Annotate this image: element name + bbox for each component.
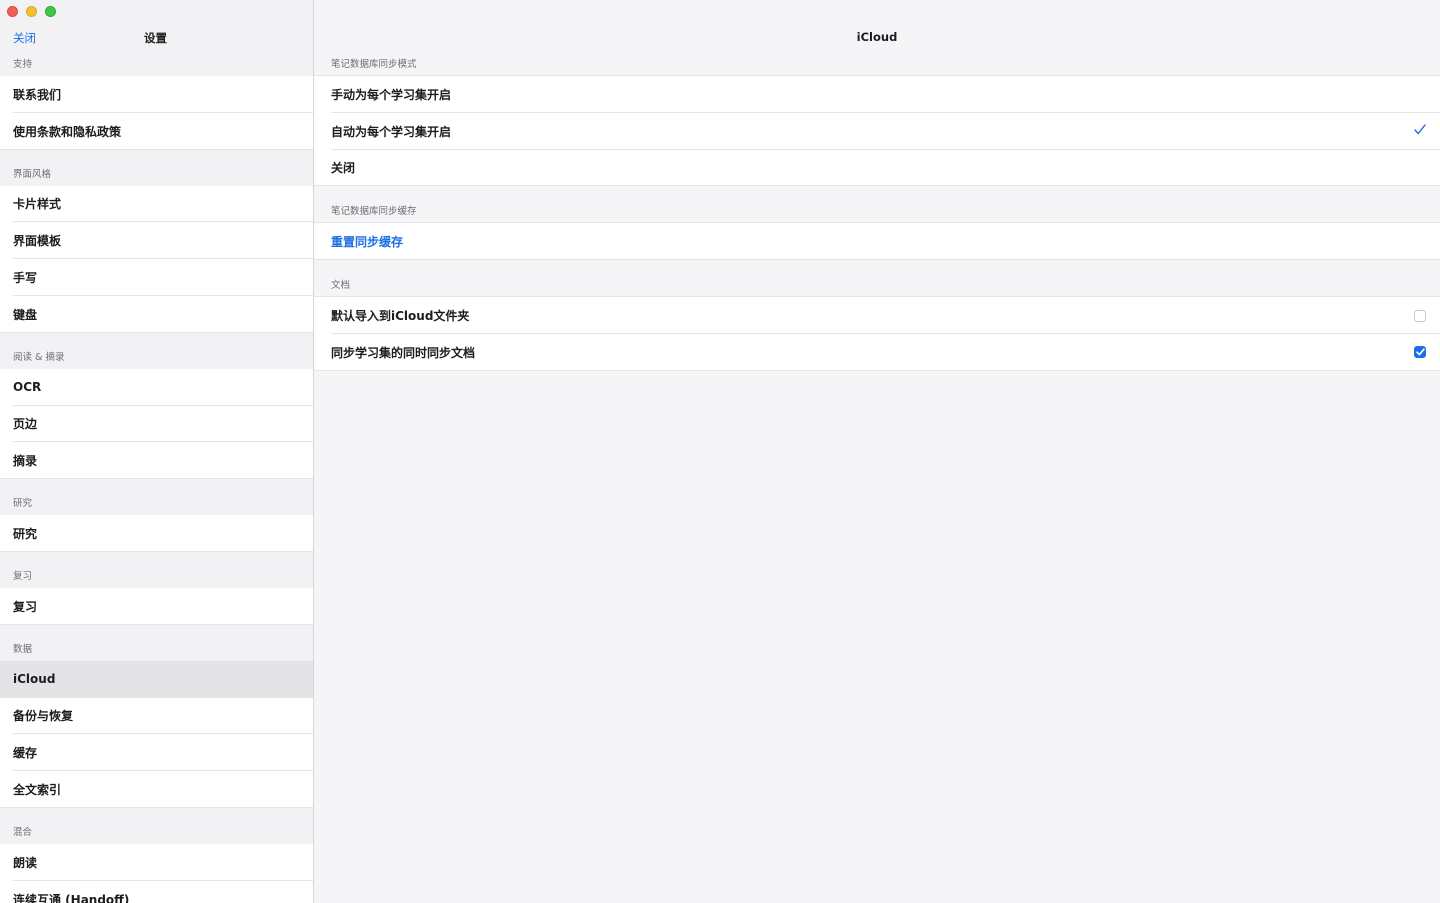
sidebar-item-label: 手写 <box>13 271 38 286</box>
window-controls <box>7 6 56 17</box>
option-label: 手动为每个学习集开启 <box>331 87 452 102</box>
settings-window: 关闭 设置 支持 联系我们 使用条款和隐私政策 界面风格 卡片样式 界面模板 手… <box>0 0 1440 903</box>
close-window-button[interactable] <box>7 6 18 17</box>
sidebar-list: 支持 联系我们 使用条款和隐私政策 界面风格 卡片样式 界面模板 手写 键盘 阅… <box>0 56 313 903</box>
section-group-research: 研究 <box>0 515 313 552</box>
sidebar: 关闭 设置 支持 联系我们 使用条款和隐私政策 界面风格 卡片样式 界面模板 手… <box>0 0 314 903</box>
sidebar-item-handwriting[interactable]: 手写 <box>0 259 313 296</box>
sidebar-item-label: 复习 <box>13 599 38 614</box>
section-group-support: 联系我们 使用条款和隐私政策 <box>0 76 313 150</box>
section-header-reading: 阅读 & 摘录 <box>13 351 65 363</box>
sidebar-item-cache[interactable]: 缓存 <box>0 734 313 771</box>
sidebar-item-icloud[interactable]: iCloud <box>0 660 313 698</box>
section-group-data: iCloud 备份与恢复 缓存 全文索引 <box>0 660 313 808</box>
checkmark-icon <box>1414 123 1426 139</box>
sidebar-header: 关闭 设置 <box>0 28 313 48</box>
sidebar-item-label: 联系我们 <box>13 87 62 102</box>
sync-documents-checkbox[interactable] <box>1414 346 1426 359</box>
option-label: 关闭 <box>331 161 356 176</box>
reset-sync-cache-button[interactable]: 重置同步缓存 <box>314 223 1440 260</box>
sync-mode-option-manual[interactable]: 手动为每个学习集开启 <box>314 76 1440 113</box>
sidebar-item-contact-us[interactable]: 联系我们 <box>0 76 313 113</box>
option-label: 自动为每个学习集开启 <box>331 124 452 139</box>
detail-pane: iCloud 笔记数据库同步模式 手动为每个学习集开启 自动为每个学习集开启 关… <box>314 0 1440 903</box>
sidebar-item-interface-template[interactable]: 界面模板 <box>0 222 313 259</box>
sidebar-item-label: 朗读 <box>13 855 38 870</box>
section-group-review: 复习 <box>0 587 313 625</box>
sidebar-item-label: 缓存 <box>13 746 38 761</box>
detail-list: 笔记数据库同步模式 手动为每个学习集开启 自动为每个学习集开启 关闭 笔记数据库… <box>314 56 1440 371</box>
section-header-support: 支持 <box>13 59 33 70</box>
section-header-research: 研究 <box>13 498 33 510</box>
section-header-sync-mode: 笔记数据库同步模式 <box>331 59 417 70</box>
sidebar-item-label: OCR <box>13 380 42 395</box>
sidebar-item-fulltext-index[interactable]: 全文索引 <box>0 771 313 808</box>
sidebar-item-label: 界面模板 <box>13 234 62 249</box>
section-group-reading: OCR 页边 摘录 <box>0 368 313 480</box>
section-header-interface-style: 界面风格 <box>13 168 52 180</box>
sidebar-item-research[interactable]: 研究 <box>0 515 313 552</box>
page-title: iCloud <box>856 30 898 44</box>
sidebar-item-margin[interactable]: 页边 <box>0 406 313 443</box>
sync-cache-group: 重置同步缓存 <box>314 222 1440 261</box>
zoom-window-button[interactable] <box>45 6 56 17</box>
sidebar-item-label: 连续互通 (Handoff) <box>13 892 130 903</box>
sidebar-item-handoff[interactable]: 连续互通 (Handoff) <box>0 881 313 903</box>
sidebar-item-excerpt[interactable]: 摘录 <box>0 442 313 479</box>
sync-mode-option-auto[interactable]: 自动为每个学习集开启 <box>314 113 1440 150</box>
sidebar-item-label: 键盘 <box>13 307 38 322</box>
sidebar-item-label: 使用条款和隐私政策 <box>13 124 122 139</box>
sync-documents-row[interactable]: 同步学习集的同时同步文档 <box>314 334 1440 371</box>
section-header-data: 数据 <box>13 643 33 655</box>
section-group-interface-style: 卡片样式 界面模板 手写 键盘 <box>0 185 313 333</box>
documents-group: 默认导入到iCloud文件夹 同步学习集的同时同步文档 <box>314 296 1440 371</box>
sidebar-item-terms-privacy[interactable]: 使用条款和隐私政策 <box>0 113 313 150</box>
section-header-misc: 混合 <box>13 826 33 838</box>
reset-sync-cache-label: 重置同步缓存 <box>331 235 404 250</box>
import-to-icloud-checkbox[interactable] <box>1414 309 1426 322</box>
sync-mode-option-off[interactable]: 关闭 <box>314 150 1440 187</box>
sidebar-item-backup-restore[interactable]: 备份与恢复 <box>0 698 313 735</box>
sidebar-item-keyboard[interactable]: 键盘 <box>0 296 313 333</box>
section-header-documents: 文档 <box>331 280 351 292</box>
sync-mode-group: 手动为每个学习集开启 自动为每个学习集开启 关闭 <box>314 75 1440 187</box>
option-label: 同步学习集的同时同步文档 <box>331 345 476 360</box>
sidebar-item-label: 卡片样式 <box>13 197 62 212</box>
section-header-review: 复习 <box>13 570 33 582</box>
minimize-window-button[interactable] <box>26 6 37 17</box>
section-group-misc: 朗读 连续互通 (Handoff) <box>0 843 313 903</box>
sidebar-item-card-style[interactable]: 卡片样式 <box>0 186 313 223</box>
sidebar-title: 设置 <box>144 31 167 45</box>
section-header-sync-cache: 笔记数据库同步缓存 <box>331 206 417 218</box>
sidebar-item-label: 研究 <box>13 527 38 542</box>
sidebar-item-label: 备份与恢复 <box>13 709 74 724</box>
sidebar-item-label: 页边 <box>13 417 38 432</box>
sidebar-item-review[interactable]: 复习 <box>0 588 313 625</box>
option-label: 默认导入到iCloud文件夹 <box>331 309 470 324</box>
sidebar-item-label: iCloud <box>13 672 56 687</box>
import-to-icloud-row[interactable]: 默认导入到iCloud文件夹 <box>314 297 1440 334</box>
sidebar-item-read-aloud[interactable]: 朗读 <box>0 844 313 881</box>
sidebar-item-ocr[interactable]: OCR <box>0 369 313 406</box>
sidebar-item-label: 摘录 <box>13 454 38 469</box>
sidebar-item-label: 全文索引 <box>13 783 62 798</box>
